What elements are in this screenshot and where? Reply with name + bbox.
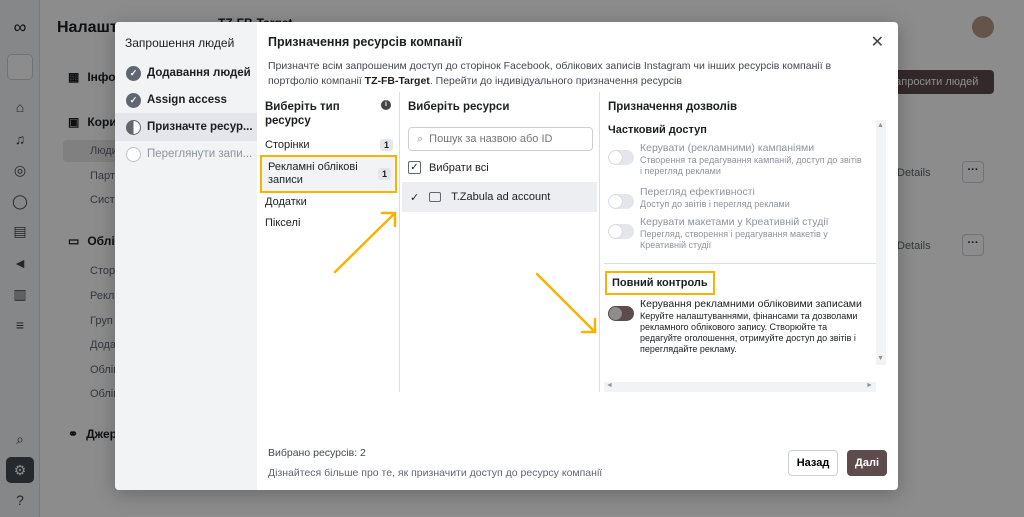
back-button[interactable]: Назад — [788, 450, 838, 476]
count-badge: 1 — [379, 139, 393, 151]
partial-access-header: Частковий доступ — [608, 124, 707, 136]
check-icon[interactable]: ✓ — [410, 191, 419, 204]
close-icon[interactable]: ✕ — [871, 32, 884, 52]
full-control-header: Повний контроль — [605, 271, 715, 295]
count-badge: 1 — [377, 168, 391, 180]
ad-account-row[interactable]: ✓ T.Zabula ad account — [402, 182, 597, 212]
half-circle-icon — [126, 119, 141, 135]
permission-creative-studio[interactable]: Керувати макетами у Креативній студії Пе… — [608, 216, 866, 251]
modal-content: Призначення ресурсів компанії ✕ Призначт… — [257, 22, 898, 490]
select-all-row[interactable]: ✓ Вибрати всі — [408, 161, 489, 174]
permission-toggle[interactable] — [608, 194, 634, 209]
resource-type-header: Виберіть тип ресурсу — [265, 101, 340, 127]
next-button[interactable]: Далі — [847, 450, 887, 476]
permission-toggle[interactable] — [608, 224, 634, 239]
resource-type-pixels[interactable]: Пікселі — [265, 217, 393, 229]
section-divider — [604, 263, 876, 264]
search-icon: ⌕ — [417, 132, 424, 145]
vertical-scrollbar[interactable]: ▲ ▼ — [876, 120, 886, 365]
step-assign-resources[interactable]: Призначте ресур... — [115, 113, 257, 141]
check-circle-icon: ✓ — [126, 92, 141, 108]
step-add-people[interactable]: ✓ Додавання людей — [115, 59, 257, 87]
modal-title: Призначення ресурсів компанії — [268, 35, 463, 49]
permissions-list: Частковий доступ Керувати (рекламними) к… — [604, 120, 876, 382]
scroll-up-icon[interactable]: ▲ — [877, 122, 884, 129]
horizontal-scrollbar[interactable]: ◄ ► — [604, 382, 876, 392]
steps-title: Запрошення людей — [125, 36, 235, 50]
permission-view-performance[interactable]: Перегляд ефективності Доступ до звітів і… — [608, 186, 866, 210]
individual-assign-link[interactable]: . Перейти до індивідуального призначення… — [430, 75, 682, 87]
ad-account-name: T.Zabula ad account — [451, 191, 551, 203]
company-name: TZ-FB-Target — [364, 75, 430, 87]
learn-more-link[interactable]: Дізнайтеся більше про те, як призначити … — [268, 467, 602, 479]
step-review[interactable]: Переглянути запи... — [115, 140, 257, 168]
resource-type-ad-accounts[interactable]: Рекламні облікові записи 1 — [260, 155, 397, 193]
step-assign-access[interactable]: ✓ Assign access — [115, 86, 257, 114]
resource-type-column: Виберіть тип ресурсу i Сторінки 1 Реклам… — [257, 92, 400, 392]
permission-manage-campaigns[interactable]: Керувати (рекламними) кампаніями Створен… — [608, 142, 866, 177]
scroll-left-icon[interactable]: ◄ — [606, 382, 613, 389]
resources-header: Виберіть ресурси — [408, 101, 510, 113]
ad-account-icon — [429, 192, 442, 202]
resource-type-pages[interactable]: Сторінки 1 — [265, 139, 393, 151]
permission-toggle[interactable] — [608, 306, 634, 321]
resources-column: Виберіть ресурси ⌕ ✓ Вибрати всі ✓ T.Zab… — [400, 92, 600, 392]
selected-count: Вибрано ресурсів: 2 — [268, 447, 366, 459]
modal-description: Призначте всім запрошеним доступ до стор… — [268, 60, 832, 87]
assign-resources-modal: Запрошення людей ✓ Додавання людей ✓ Ass… — [115, 22, 898, 490]
select-all-checkbox[interactable]: ✓ — [408, 161, 421, 174]
search-input[interactable] — [429, 133, 580, 145]
scroll-down-icon[interactable]: ▼ — [877, 355, 884, 362]
resource-type-apps[interactable]: Додатки — [265, 196, 393, 208]
permission-manage-ad-accounts[interactable]: Керування рекламними обліковими записами… — [608, 298, 866, 355]
permission-toggle[interactable] — [608, 150, 634, 165]
scroll-right-icon[interactable]: ► — [866, 382, 873, 389]
permissions-column: Призначення дозволів Частковий доступ Ке… — [600, 92, 898, 392]
info-icon[interactable]: i — [381, 100, 391, 110]
empty-circle-icon — [126, 146, 141, 162]
resource-search[interactable]: ⌕ — [408, 127, 593, 151]
check-circle-icon: ✓ — [126, 65, 141, 81]
permissions-header: Призначення дозволів — [608, 101, 738, 113]
steps-panel: Запрошення людей ✓ Додавання людей ✓ Ass… — [115, 22, 257, 490]
